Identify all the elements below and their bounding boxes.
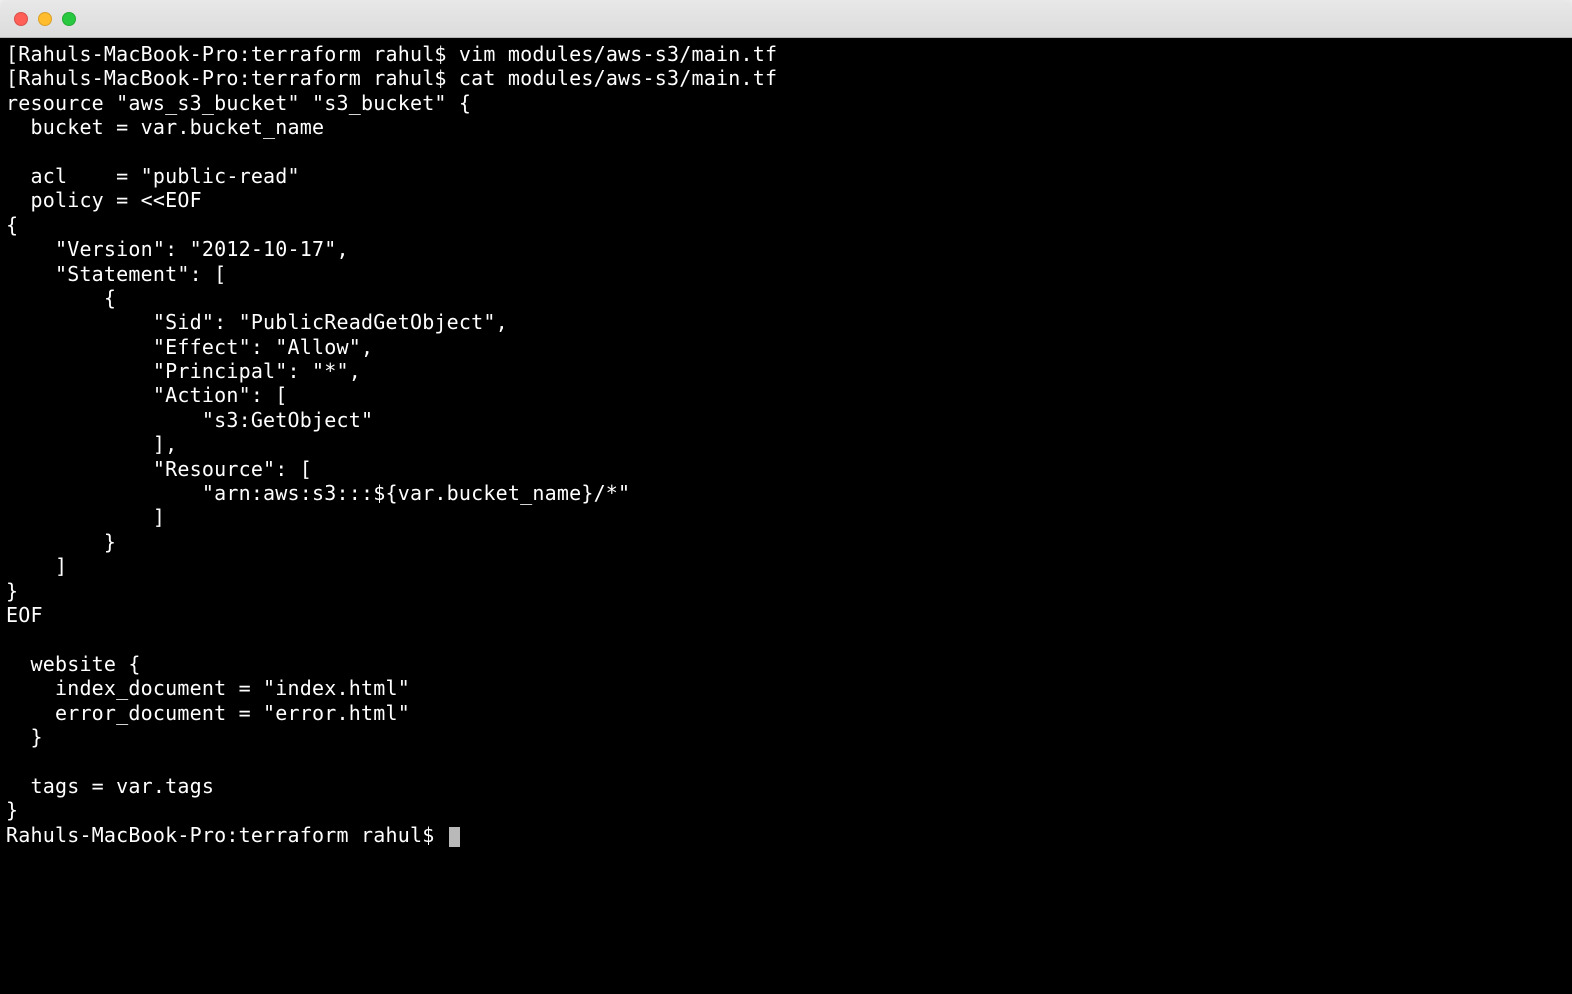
command-output: resource "aws_s3_bucket" "s3_bucket" { b… xyxy=(6,91,1566,823)
prompt-line-2: [Rahuls-MacBook-Pro:terraform rahul$ cat… xyxy=(6,66,1566,90)
prompt-line-3: Rahuls-MacBook-Pro:terraform rahul$ xyxy=(6,823,1566,847)
prompt-line-1: [Rahuls-MacBook-Pro:terraform rahul$ vim… xyxy=(6,42,1566,66)
shell-prompt: [Rahuls-MacBook-Pro:terraform rahul$ xyxy=(6,66,459,90)
command-text: cat modules/aws-s3/main.tf xyxy=(459,66,777,90)
shell-prompt: Rahuls-MacBook-Pro:terraform rahul$ xyxy=(6,823,447,847)
minimize-icon[interactable] xyxy=(38,12,52,26)
shell-prompt: [Rahuls-MacBook-Pro:terraform rahul$ xyxy=(6,42,459,66)
command-text: vim modules/aws-s3/main.tf xyxy=(459,42,777,66)
window-titlebar[interactable] xyxy=(0,0,1572,38)
terminal-viewport[interactable]: [Rahuls-MacBook-Pro:terraform rahul$ vim… xyxy=(0,38,1572,994)
maximize-icon[interactable] xyxy=(62,12,76,26)
terminal-window: [Rahuls-MacBook-Pro:terraform rahul$ vim… xyxy=(0,0,1572,994)
cursor-icon xyxy=(449,827,460,847)
close-icon[interactable] xyxy=(14,12,28,26)
